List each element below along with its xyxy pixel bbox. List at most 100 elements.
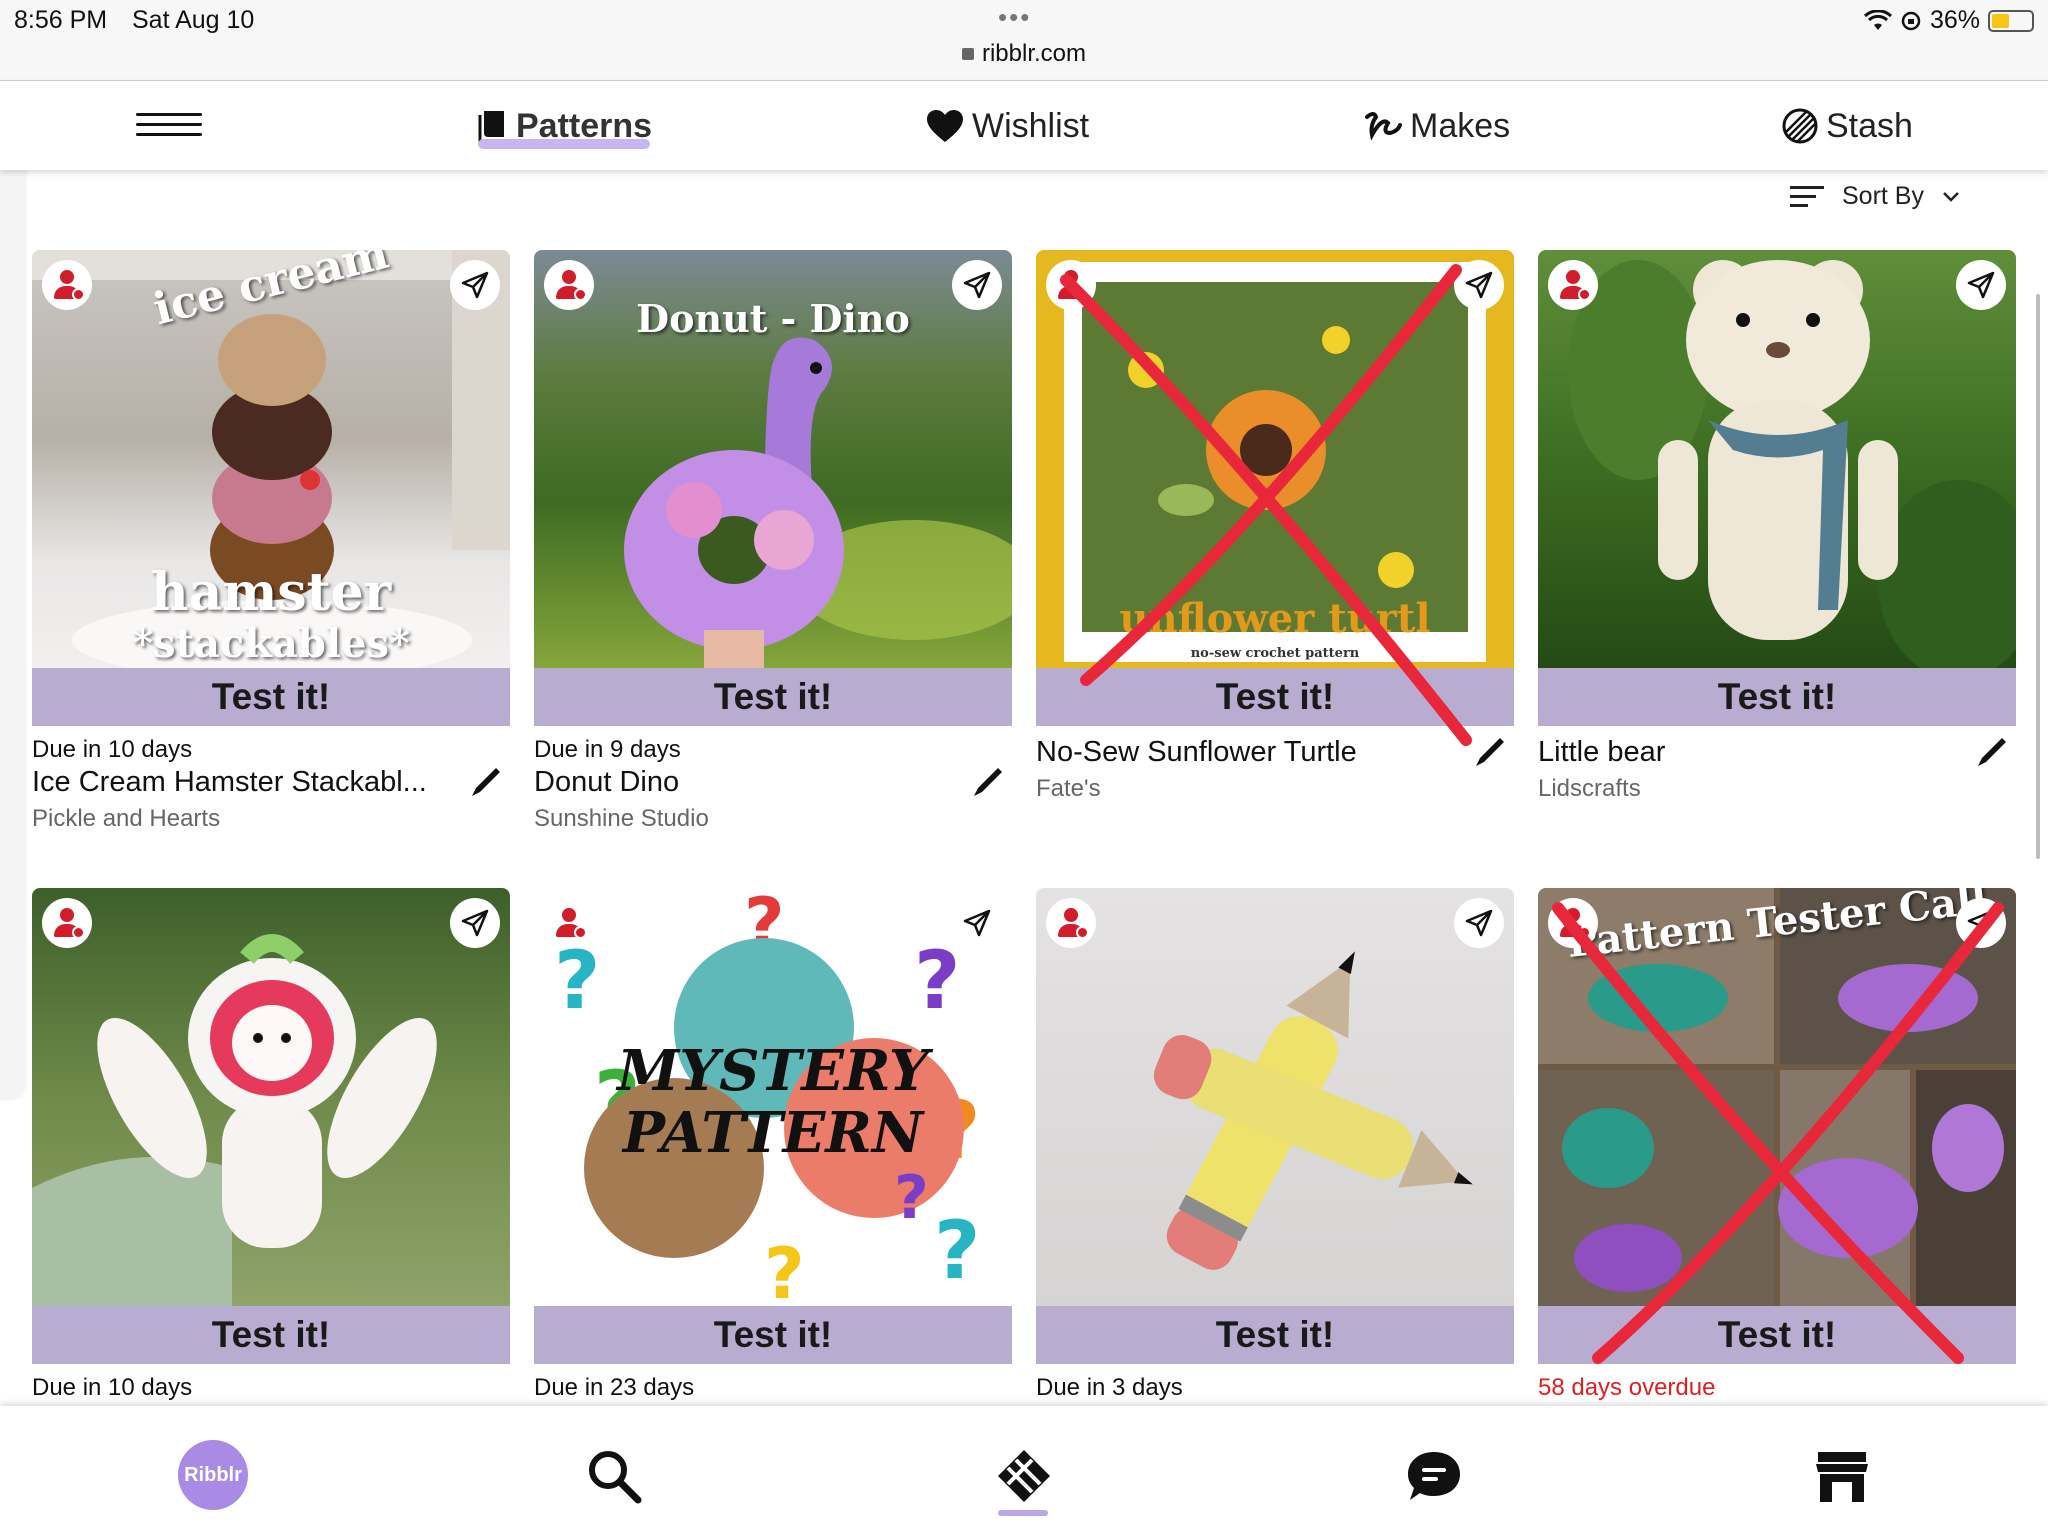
search-icon[interactable] [586,1448,642,1504]
image-caption: unflower turtl [1119,595,1431,642]
share-send-icon[interactable] [1956,260,2006,310]
designer-name[interactable]: Lidscrafts [1538,775,2016,803]
pattern-image[interactable]: Pattern Tester Call [1538,888,2016,1306]
tester-user-icon[interactable] [1548,260,1598,310]
pattern-image[interactable]: unflower turtl no-sew crochet pattern [1036,250,1514,668]
pattern-card[interactable]: unflower turtl no-sew crochet pattern Te… [1036,250,1514,803]
pattern-name[interactable]: Donut Dino [534,766,934,799]
svg-text:?: ? [894,1163,929,1233]
status-time: 8:56 PM [14,6,108,34]
pattern-card[interactable]: Test it! Due in 10 days [32,888,510,1402]
tab-makes-label: Makes [1410,106,1511,145]
scrollbar[interactable] [2036,294,2040,859]
yarn-ball-icon [1782,108,1818,144]
pattern-card[interactable]: Pattern Tester Call Test it! 58 days ove… [1538,888,2016,1402]
svg-text:?: ? [554,934,600,1027]
pattern-card[interactable]: Test it! Little bear Lidscrafts [1538,250,2016,803]
address-bar[interactable]: ribblr.com [0,40,2048,68]
pattern-image[interactable] [32,888,510,1306]
due-date: Due in 10 days [32,1374,193,1401]
overdue-status: 58 days overdue [1538,1374,1716,1401]
due-date: Due in 3 days [1036,1374,1183,1401]
tester-user-icon[interactable] [1046,260,1096,310]
pattern-image[interactable]: Donut - Dino [534,250,1012,668]
pattern-image[interactable]: ? ? ? ? ? ? ? ? MYSTERY PATTERN [534,888,1012,1306]
makes-hook-icon [1365,112,1402,141]
pattern-image[interactable] [1036,888,1514,1306]
image-caption: no-sew crochet pattern [1190,646,1360,661]
image-caption: *stackables* [132,620,410,667]
little-bear-art [1568,260,2016,668]
share-send-icon[interactable] [952,898,1002,948]
image-caption: PATTERN [622,1100,924,1166]
multitask-dots-icon[interactable]: ••• [998,2,1031,33]
tab-makes[interactable]: Makes [1364,101,1510,151]
tester-user-icon[interactable] [544,260,594,310]
svg-text:?: ? [934,1204,980,1297]
pencil-icon[interactable] [468,764,504,800]
menu-icon[interactable] [136,113,202,139]
pattern-card[interactable]: ice cream hamster *stackables* Test it! … [32,250,510,833]
pattern-name[interactable]: Ice Cream Hamster Stackabl... [32,766,432,799]
tester-user-icon[interactable] [1046,898,1096,948]
test-it-button[interactable]: Test it! [32,668,510,726]
tab-wishlist[interactable]: Wishlist [926,101,1089,151]
pattern-card[interactable]: Donut - Dino Test it! Due in 9 days Donu… [534,250,1012,833]
lock-icon [961,48,974,60]
pencil-icon[interactable] [1974,734,2010,770]
pattern-image[interactable] [1538,250,2016,668]
sort-icon [1790,186,1824,207]
store-icon[interactable] [1814,1448,1870,1504]
tester-user-icon[interactable] [42,898,92,948]
test-it-button[interactable]: Test it! [534,1306,1012,1364]
pencil-crochet-art [1153,951,1473,1270]
share-send-icon[interactable] [952,260,1002,310]
share-send-icon[interactable] [1454,260,1504,310]
wifi-icon [1863,9,1892,30]
patterns-icon[interactable] [996,1448,1052,1504]
share-send-icon[interactable] [1956,898,2006,948]
test-it-button[interactable]: Test it! [1036,1306,1514,1364]
chevron-down-icon [1943,191,1959,202]
designer-name[interactable]: Fate's [1036,775,1514,803]
test-it-button[interactable]: Test it! [1538,668,2016,726]
bottom-navigation: Ribblr [0,1406,2048,1536]
tester-user-icon[interactable] [544,898,594,948]
side-drawer-edge[interactable] [0,170,24,1100]
tab-stash[interactable]: Stash [1782,101,1913,151]
due-date: Due in 10 days [32,736,193,763]
pattern-name[interactable]: Little bear [1538,736,1938,769]
pattern-name[interactable]: No-Sew Sunflower Turtle [1036,736,1436,769]
test-it-button[interactable]: Test it! [1538,1306,2016,1364]
pencil-icon[interactable] [970,764,1006,800]
image-caption: MYSTERY [617,1038,929,1104]
sort-by-label: Sort By [1842,182,1924,210]
designer-name[interactable]: Pickle and Hearts [32,805,510,833]
ribblr-logo[interactable]: Ribblr [178,1440,248,1510]
tester-user-icon[interactable] [1548,898,1598,948]
pattern-card[interactable]: Test it! Due in 3 days [1036,888,1514,1402]
designer-name[interactable]: Sunshine Studio [534,805,1012,833]
svg-text:?: ? [764,1233,805,1306]
pattern-image[interactable]: ice cream hamster *stackables* [32,250,510,668]
heart-icon [927,110,963,142]
active-tab-indicator [478,139,650,149]
chat-icon[interactable] [1406,1448,1462,1504]
orientation-lock-icon [1901,11,1921,30]
due-date: Due in 23 days [534,1374,695,1401]
pattern-card[interactable]: ? ? ? ? ? ? ? ? MYSTERY PATTERN Test it!… [534,888,1012,1402]
share-send-icon[interactable] [450,898,500,948]
test-it-button[interactable]: Test it! [32,1306,510,1364]
image-caption: hamster [150,562,392,623]
sort-by-button[interactable]: Sort By [1790,182,1960,211]
share-send-icon[interactable] [1454,898,1504,948]
pencil-icon[interactable] [1472,734,1508,770]
tester-user-icon[interactable] [42,260,92,310]
tab-stash-label: Stash [1826,106,1913,145]
test-it-button[interactable]: Test it! [1036,668,1514,726]
test-it-button[interactable]: Test it! [534,668,1012,726]
patterns-book-icon [478,111,504,143]
top-navigation: Patterns Wishlist Makes Stash [0,80,2048,170]
image-caption: Donut - Dino [636,296,910,341]
share-send-icon[interactable] [450,260,500,310]
